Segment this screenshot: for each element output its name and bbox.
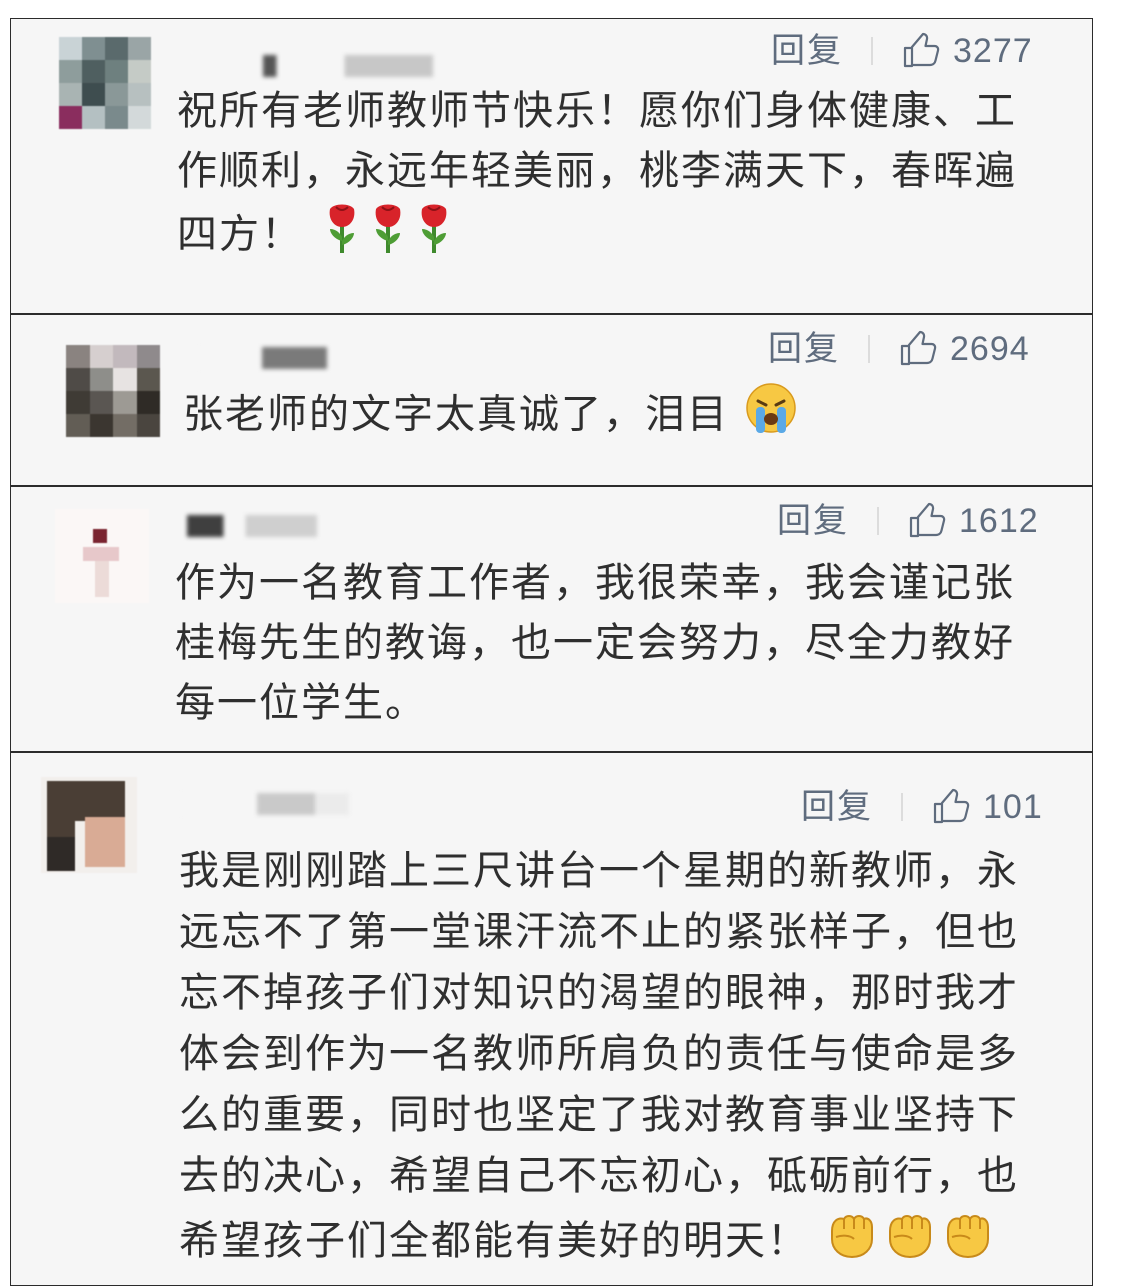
fist-icon	[824, 1207, 1000, 1279]
divider	[901, 793, 903, 821]
username-blurred[interactable]	[179, 793, 349, 815]
comment-text: 作为一名教育工作者，我很荣幸，我会谨记张桂梅先生的教诲，也一定会努力，尽全力教好…	[175, 560, 1015, 726]
like-count: 3277	[953, 32, 1033, 70]
comment-text: 祝所有老师教师节快乐！愿你们身体健康、工作顺利，永远年轻美丽，桃李满天下，春晖遍…	[177, 81, 1037, 272]
avatar[interactable]	[66, 345, 160, 437]
crying-face-icon	[744, 381, 798, 452]
avatar-figure	[55, 509, 149, 603]
rose-icon	[318, 201, 458, 272]
comment-card: 回复 1612 作为一名教育工作者，我很荣幸，我会谨记张桂梅先生的教诲，也一定会…	[10, 486, 1093, 752]
reply-button[interactable]: 回复	[801, 787, 873, 827]
divider	[868, 335, 870, 363]
thumbs-up-icon[interactable]	[931, 787, 971, 827]
comment-text: 我是刚刚踏上三尺讲台一个星期的新教师，永远忘不了第一堂课汗流不止的紧张样子，但也…	[179, 841, 1049, 1279]
username-blurred[interactable]	[263, 55, 433, 77]
username-blurred[interactable]	[187, 515, 317, 537]
avatar[interactable]	[59, 37, 151, 129]
comment-card: 回复 3277 祝所有老师教师节快乐！愿你们身体健康、工作顺利，永远年轻美丽，桃…	[10, 18, 1093, 314]
comment-text: 张老师的文字太真诚了，泪目	[183, 381, 1053, 452]
comment-card: 回复 2694 张老师的文字太真诚了，泪目	[10, 314, 1093, 486]
thumbs-up-icon[interactable]	[898, 329, 938, 369]
reply-button[interactable]: 回复	[777, 501, 849, 541]
comment-actions: 回复 3277	[771, 31, 1033, 71]
like-count: 2694	[950, 330, 1030, 368]
comment-actions: 回复 1612	[777, 501, 1039, 541]
comment-actions: 回复 101	[801, 787, 1043, 827]
like-count: 1612	[959, 502, 1039, 540]
thumbs-up-icon[interactable]	[901, 31, 941, 71]
reply-button[interactable]: 回复	[768, 329, 840, 369]
thumbs-up-icon[interactable]	[907, 501, 947, 541]
divider	[877, 507, 879, 535]
reply-button[interactable]: 回复	[771, 31, 843, 71]
username-blurred[interactable]	[197, 347, 327, 369]
comment-card: 回复 101 我是刚刚踏上三尺讲台一个星期的新教师，永远忘不了第一堂课汗流不止的…	[10, 752, 1093, 1286]
like-count: 101	[983, 788, 1043, 826]
avatar[interactable]	[55, 509, 149, 603]
avatar-figure	[41, 777, 137, 873]
divider	[871, 37, 873, 65]
avatar[interactable]	[41, 777, 137, 873]
comment-actions: 回复 2694	[768, 329, 1030, 369]
